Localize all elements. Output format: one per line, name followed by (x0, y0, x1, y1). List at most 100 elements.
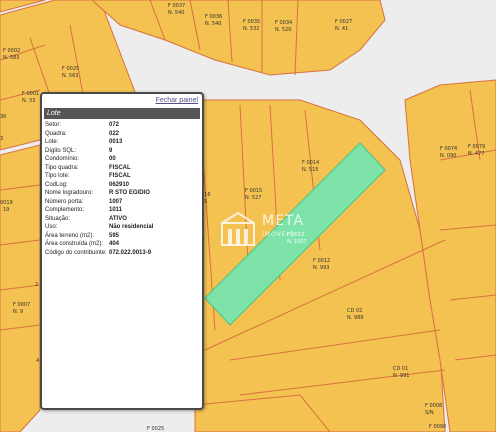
attribute-label: Situação: (45, 215, 71, 222)
plot-code: F 0079 (468, 144, 485, 150)
attribute-label: Condomínio: (45, 156, 80, 162)
attribute-value: 1011 (109, 207, 123, 213)
attribute-row: Setor: 072 (45, 121, 199, 130)
attribute-row: Código do contribuinte: 072.022.0013-9 (45, 249, 199, 258)
attribute-label: Tipo quadra: (45, 164, 79, 171)
parcel-block-left[interactable] (0, 144, 41, 432)
attribute-value: 595 (109, 232, 120, 239)
plot-label: F 0015 N. 527 (245, 188, 262, 201)
attribute-row: Nome logradouro: R STO EGIDIO (45, 189, 199, 198)
watermark-subtitle: IMÓVEIS (262, 231, 295, 238)
attribute-row: Condomínio: 00 (45, 155, 199, 164)
attribute-value: R STO EGIDIO (109, 190, 150, 196)
plot-code: F 0014 (302, 160, 319, 166)
plot-code: CD 02 (347, 308, 362, 314)
plot-number: N. 563 (62, 73, 78, 79)
lot-info-panel: Fechar painel Lote Setor: 072 Quadra: 022 Lo… (40, 92, 204, 410)
plot-number: N. 477 (468, 151, 484, 157)
plot-number: N. 090 (440, 153, 456, 159)
attribute-label: Área terreno (m2): (45, 232, 95, 239)
plot-number: N. 520 (275, 27, 291, 33)
plot-label-fragment: 0019 (0, 200, 13, 206)
attribute-label: Número porta: (45, 198, 84, 205)
plot-code: F 0012 (313, 258, 330, 264)
plot-label: F 0074 N. 090 (440, 146, 457, 159)
attribute-value: ATIVO (109, 215, 127, 222)
attribute-value: 072.022.0013-9 (109, 249, 152, 256)
plot-code: F 0008 (425, 403, 442, 409)
plot-number: N. 540 (168, 10, 184, 16)
attribute-label: Dígito SQL: (45, 147, 77, 154)
attribute-row: Quadra: 022 (45, 130, 199, 139)
attribute-value: FISCAL (109, 173, 131, 179)
plot-code: F 0007 (13, 302, 30, 308)
plot-label-fragment: F 0025 (147, 426, 164, 432)
attribute-list: Setor: 072 Quadra: 022 Lote: 0013 Dígito SQL: 9… (45, 121, 199, 257)
attribute-label: Tipo lote: (45, 173, 70, 179)
plot-number: N. 583 (3, 55, 19, 61)
plot-label: CD 01 N. 991 (393, 366, 409, 379)
attribute-label: Uso: (45, 224, 58, 230)
close-panel-link[interactable]: Fechar painel (156, 97, 198, 104)
attribute-label: Quadra: (45, 130, 67, 137)
watermark-brand: META (262, 213, 304, 229)
attribute-value: 00 (109, 156, 116, 162)
attribute-value: 1007 (109, 198, 123, 205)
attribute-label: Nome logradouro: (45, 190, 94, 196)
plot-label: F 0025 N. 563 (62, 66, 79, 79)
plot-number: N. 532 (243, 26, 259, 32)
attribute-row: Área construída (m2): 404 (45, 240, 199, 249)
plot-label: F 0012 N. 993 (313, 258, 330, 271)
attribute-value: Não residencial (109, 224, 154, 230)
plot-code: F 0037 (168, 3, 185, 9)
attribute-value: FISCAL (109, 164, 131, 171)
plot-number: N. 993 (313, 265, 329, 271)
attribute-row: CodLog: 062910 (45, 181, 199, 190)
attribute-label: CodLog: (45, 181, 68, 188)
attribute-row: Situação: ATIVO (45, 215, 199, 224)
plot-code: F 0074 (440, 146, 457, 152)
attribute-label: Área construída (m2): (45, 241, 104, 247)
plot-number: S/N (425, 410, 434, 416)
plot-label: F 0037 N. 540 (168, 3, 185, 16)
attribute-row: Área terreno (m2): 595 (45, 232, 199, 241)
plot-number: N. 991 (393, 373, 409, 379)
plot-label-fragment: 2 (35, 282, 38, 288)
attribute-value: 022 (109, 130, 120, 137)
plot-label: F 0002 N. 583 (3, 48, 20, 61)
plot-code: F 0025 (62, 66, 79, 72)
plot-label-fragment: 36 (0, 114, 6, 120)
plot-number: N. 540 (205, 21, 221, 27)
attribute-row: Uso: Não residencial (45, 223, 199, 232)
attribute-row: Lote: 0013 (45, 138, 199, 147)
plot-label: F 0079 N. 477 (468, 144, 485, 157)
attribute-label: Lote: (45, 139, 59, 145)
plot-label: F 0014 N. 515 (302, 160, 319, 173)
plot-label: CD 02 N. 989 (347, 308, 363, 321)
attribute-row: Número porta: 1007 (45, 198, 199, 207)
attribute-value: 9 (109, 147, 113, 154)
plot-code: F 0015 (245, 188, 262, 194)
plot-code: F 0027 (335, 19, 352, 25)
plot-code: F 0034 (275, 20, 292, 26)
plot-number: N. 515 (302, 167, 318, 173)
plot-code: F 0001 (22, 91, 39, 97)
attribute-label: Código do contribuinte: (45, 249, 107, 256)
attribute-label: Complemento: (45, 207, 85, 213)
attribute-row: Complemento: 1011 (45, 206, 199, 215)
plot-label: F 0036 N. 540 (205, 14, 222, 27)
meta-imoveis-watermark: META IMÓVEIS (218, 205, 314, 255)
plot-number: N. 33 (22, 98, 35, 104)
plot-number: N. 527 (245, 195, 261, 201)
plot-label: F 0035 N. 532 (243, 19, 260, 32)
attribute-value: 404 (109, 241, 120, 247)
plot-number: N. 989 (347, 315, 363, 321)
plot-label-fragment: 3 (0, 136, 3, 142)
attribute-value: 062910 (109, 181, 130, 188)
plot-label: F 0034 N. 520 (275, 20, 292, 33)
plot-code: F 0035 (243, 19, 260, 25)
plot-label-fragment: 19 (3, 207, 9, 213)
building-logo-icon (221, 211, 255, 246)
attribute-value: 072 (109, 122, 120, 128)
plot-label-fragment: F 0090 (429, 424, 446, 430)
